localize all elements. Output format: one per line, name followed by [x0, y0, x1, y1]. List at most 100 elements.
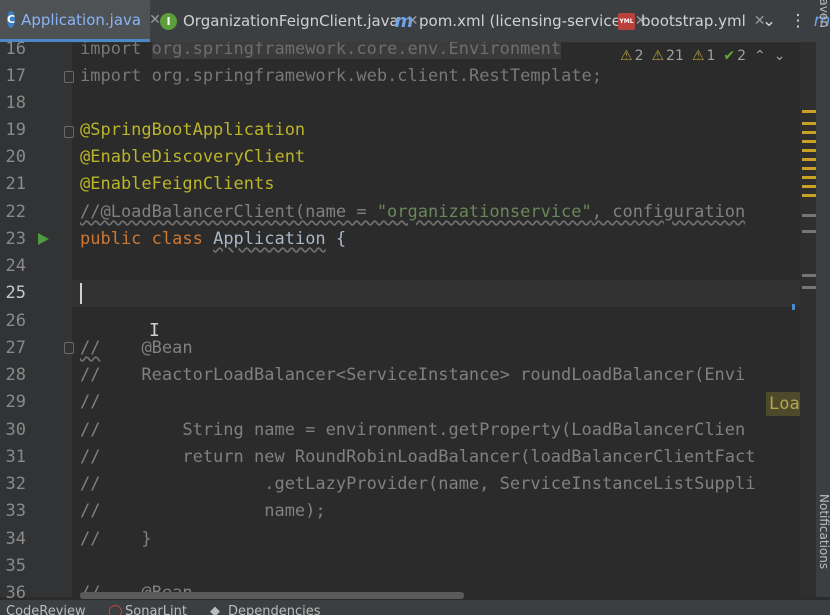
line-number: 30 [5, 420, 26, 440]
warning-icon: ⚠ [651, 47, 665, 64]
tab-label: OrganizationFeignClient.java [183, 12, 399, 30]
scroll-position-marker [792, 304, 795, 310]
class-keywords: public class [80, 229, 203, 249]
chevron-down-icon[interactable]: ⌄ [758, 0, 780, 42]
info-marker[interactable] [802, 274, 816, 277]
typo-check-icon: ✔ [723, 47, 736, 64]
editor-tab-bar: C Application.java ✕ I OrganizationFeign… [0, 0, 830, 43]
run-gutter-icon[interactable] [38, 233, 49, 245]
code-line-16: import org.springframework.core.env.Envi… [80, 42, 562, 63]
import-package: org.springframework.web.client.RestTempl… [151, 66, 603, 86]
code-line-31: // return new RoundRobinLoadBalancer(loa… [80, 447, 756, 467]
code-line-20: @EnableDiscoveryClient [80, 147, 306, 167]
line-number: 23 [5, 229, 26, 249]
class-name: Application [213, 229, 326, 249]
java-interface-icon: I [160, 12, 177, 30]
warning-marker[interactable] [802, 110, 816, 113]
code-line-27: // @Bean [80, 335, 193, 362]
tab-bootstrap-yml[interactable]: YML bootstrap.yml ✕ [618, 0, 766, 42]
line-gutter[interactable]: 16 17 18 19 20 21 22 23 24 25 26 27 28 2… [0, 39, 74, 603]
warning-count: 21 [666, 47, 684, 64]
weak-warning-count: 1 [706, 47, 716, 64]
code-line-30: // String name = environment.getProperty… [80, 420, 746, 440]
line-number: 31 [5, 447, 26, 467]
warning-marker[interactable] [802, 131, 816, 134]
warning-marker[interactable] [802, 140, 816, 143]
code-line-17: import org.springframework.web.client.Re… [80, 63, 602, 90]
tab-label: pom.xml (licensing-service) [419, 12, 627, 30]
comment-text: @Bean [141, 338, 193, 358]
tab-label: bootstrap.yml [641, 12, 746, 30]
import-keyword: import [80, 66, 142, 86]
warning-marker[interactable] [802, 176, 816, 179]
warning-marker[interactable] [802, 158, 816, 161]
inline-hint: LoadB [766, 392, 800, 416]
line-number: 24 [5, 256, 26, 276]
import-keyword: import [80, 42, 142, 59]
sonarlint-tab[interactable]: SonarLint [125, 604, 187, 615]
bottom-tool-bar: CodeReview ◯ SonarLint ◆ Dependencies [0, 600, 830, 615]
code-line-19: @SpringBootApplication [80, 120, 306, 140]
error-stripe[interactable] [792, 42, 816, 597]
dependencies-tab[interactable]: Dependencies [228, 604, 321, 615]
java-class-icon: C [7, 11, 16, 28]
dependencies-icon: ◆ [210, 604, 220, 615]
line-number: 20 [5, 147, 26, 167]
tab-label: Application.java [21, 10, 142, 29]
next-highlight-icon[interactable]: ⌄ [774, 48, 786, 64]
info-marker[interactable] [802, 286, 816, 289]
warning-marker[interactable] [802, 149, 816, 152]
comment-marker: // [80, 338, 101, 358]
code-line-33: // name); [80, 501, 326, 521]
maven-icon: m [394, 10, 414, 32]
line-number-current: 25 [5, 283, 26, 303]
warning-marker[interactable] [802, 194, 816, 197]
line-number: 27 [5, 338, 26, 358]
warning-marker[interactable] [802, 167, 816, 170]
mouse-ibeam-cursor-icon: I [149, 320, 160, 341]
info-marker[interactable] [802, 214, 816, 217]
current-line-highlight [72, 280, 800, 307]
line-number: 28 [5, 365, 26, 385]
code-line-32: // .getLazyProvider(name, ServiceInstanc… [80, 474, 756, 494]
code-line-29: // [80, 392, 101, 412]
sonarlint-icon: ◯ [108, 604, 123, 615]
text-caret [80, 283, 82, 304]
line-number: 33 [5, 501, 26, 521]
open-brace: { [335, 229, 347, 249]
line-number: 17 [5, 66, 26, 86]
comment-string: "organizationservice" [376, 202, 592, 222]
previous-highlight-icon[interactable]: ⌃ [754, 48, 766, 64]
code-line-34: // } [80, 529, 152, 549]
more-vertical-icon[interactable]: ⋮ [789, 0, 807, 42]
line-number: 34 [5, 529, 26, 549]
line-number: 32 [5, 474, 26, 494]
line-number: 26 [5, 311, 26, 331]
typo-count: 2 [737, 47, 747, 64]
comment-text: , configuration [591, 202, 746, 222]
tab-organization-feign-client[interactable]: I OrganizationFeignClient.java ✕ [160, 0, 418, 42]
notifications-panel-label[interactable]: Notifications [817, 494, 830, 569]
unused-import: org.springframework.core.env.Environment [151, 42, 562, 59]
code-line-21: @EnableFeignClients [80, 174, 275, 194]
tab-pom-xml[interactable]: m pom.xml (licensing-service) ✕ [394, 0, 647, 42]
horizontal-scrollbar[interactable] [80, 592, 464, 599]
warning-icon: ⚠ [620, 47, 633, 64]
code-editor[interactable]: import org.springframework.core.env.Envi… [72, 42, 800, 597]
maven-panel-label[interactable]: Maven [817, 0, 830, 28]
weak-warning-icon: ⚠ [691, 47, 705, 64]
code-review-tab[interactable]: CodeReview [6, 604, 86, 615]
comment-text: //@LoadBalancerClient(name = [80, 202, 377, 222]
info-marker[interactable] [802, 230, 816, 233]
warning-count: 2 [634, 47, 644, 64]
code-line-22: //@LoadBalancerClient(name = "organizati… [80, 199, 745, 226]
warning-marker[interactable] [802, 185, 816, 188]
yaml-file-icon: YML [618, 12, 635, 30]
inspection-widget[interactable]: ⚠ 2 ⚠ 21 ⚠ 1 ✔ 2 ⌃ ⌄ [620, 42, 793, 69]
line-number: 35 [5, 556, 26, 576]
code-line-28: // ReactorLoadBalancer<ServiceInstance> … [80, 365, 746, 385]
warning-marker[interactable] [802, 122, 816, 125]
line-number: 22 [5, 202, 26, 222]
line-number: 16 [5, 39, 26, 59]
code-line-23: public class Application { [80, 226, 346, 253]
